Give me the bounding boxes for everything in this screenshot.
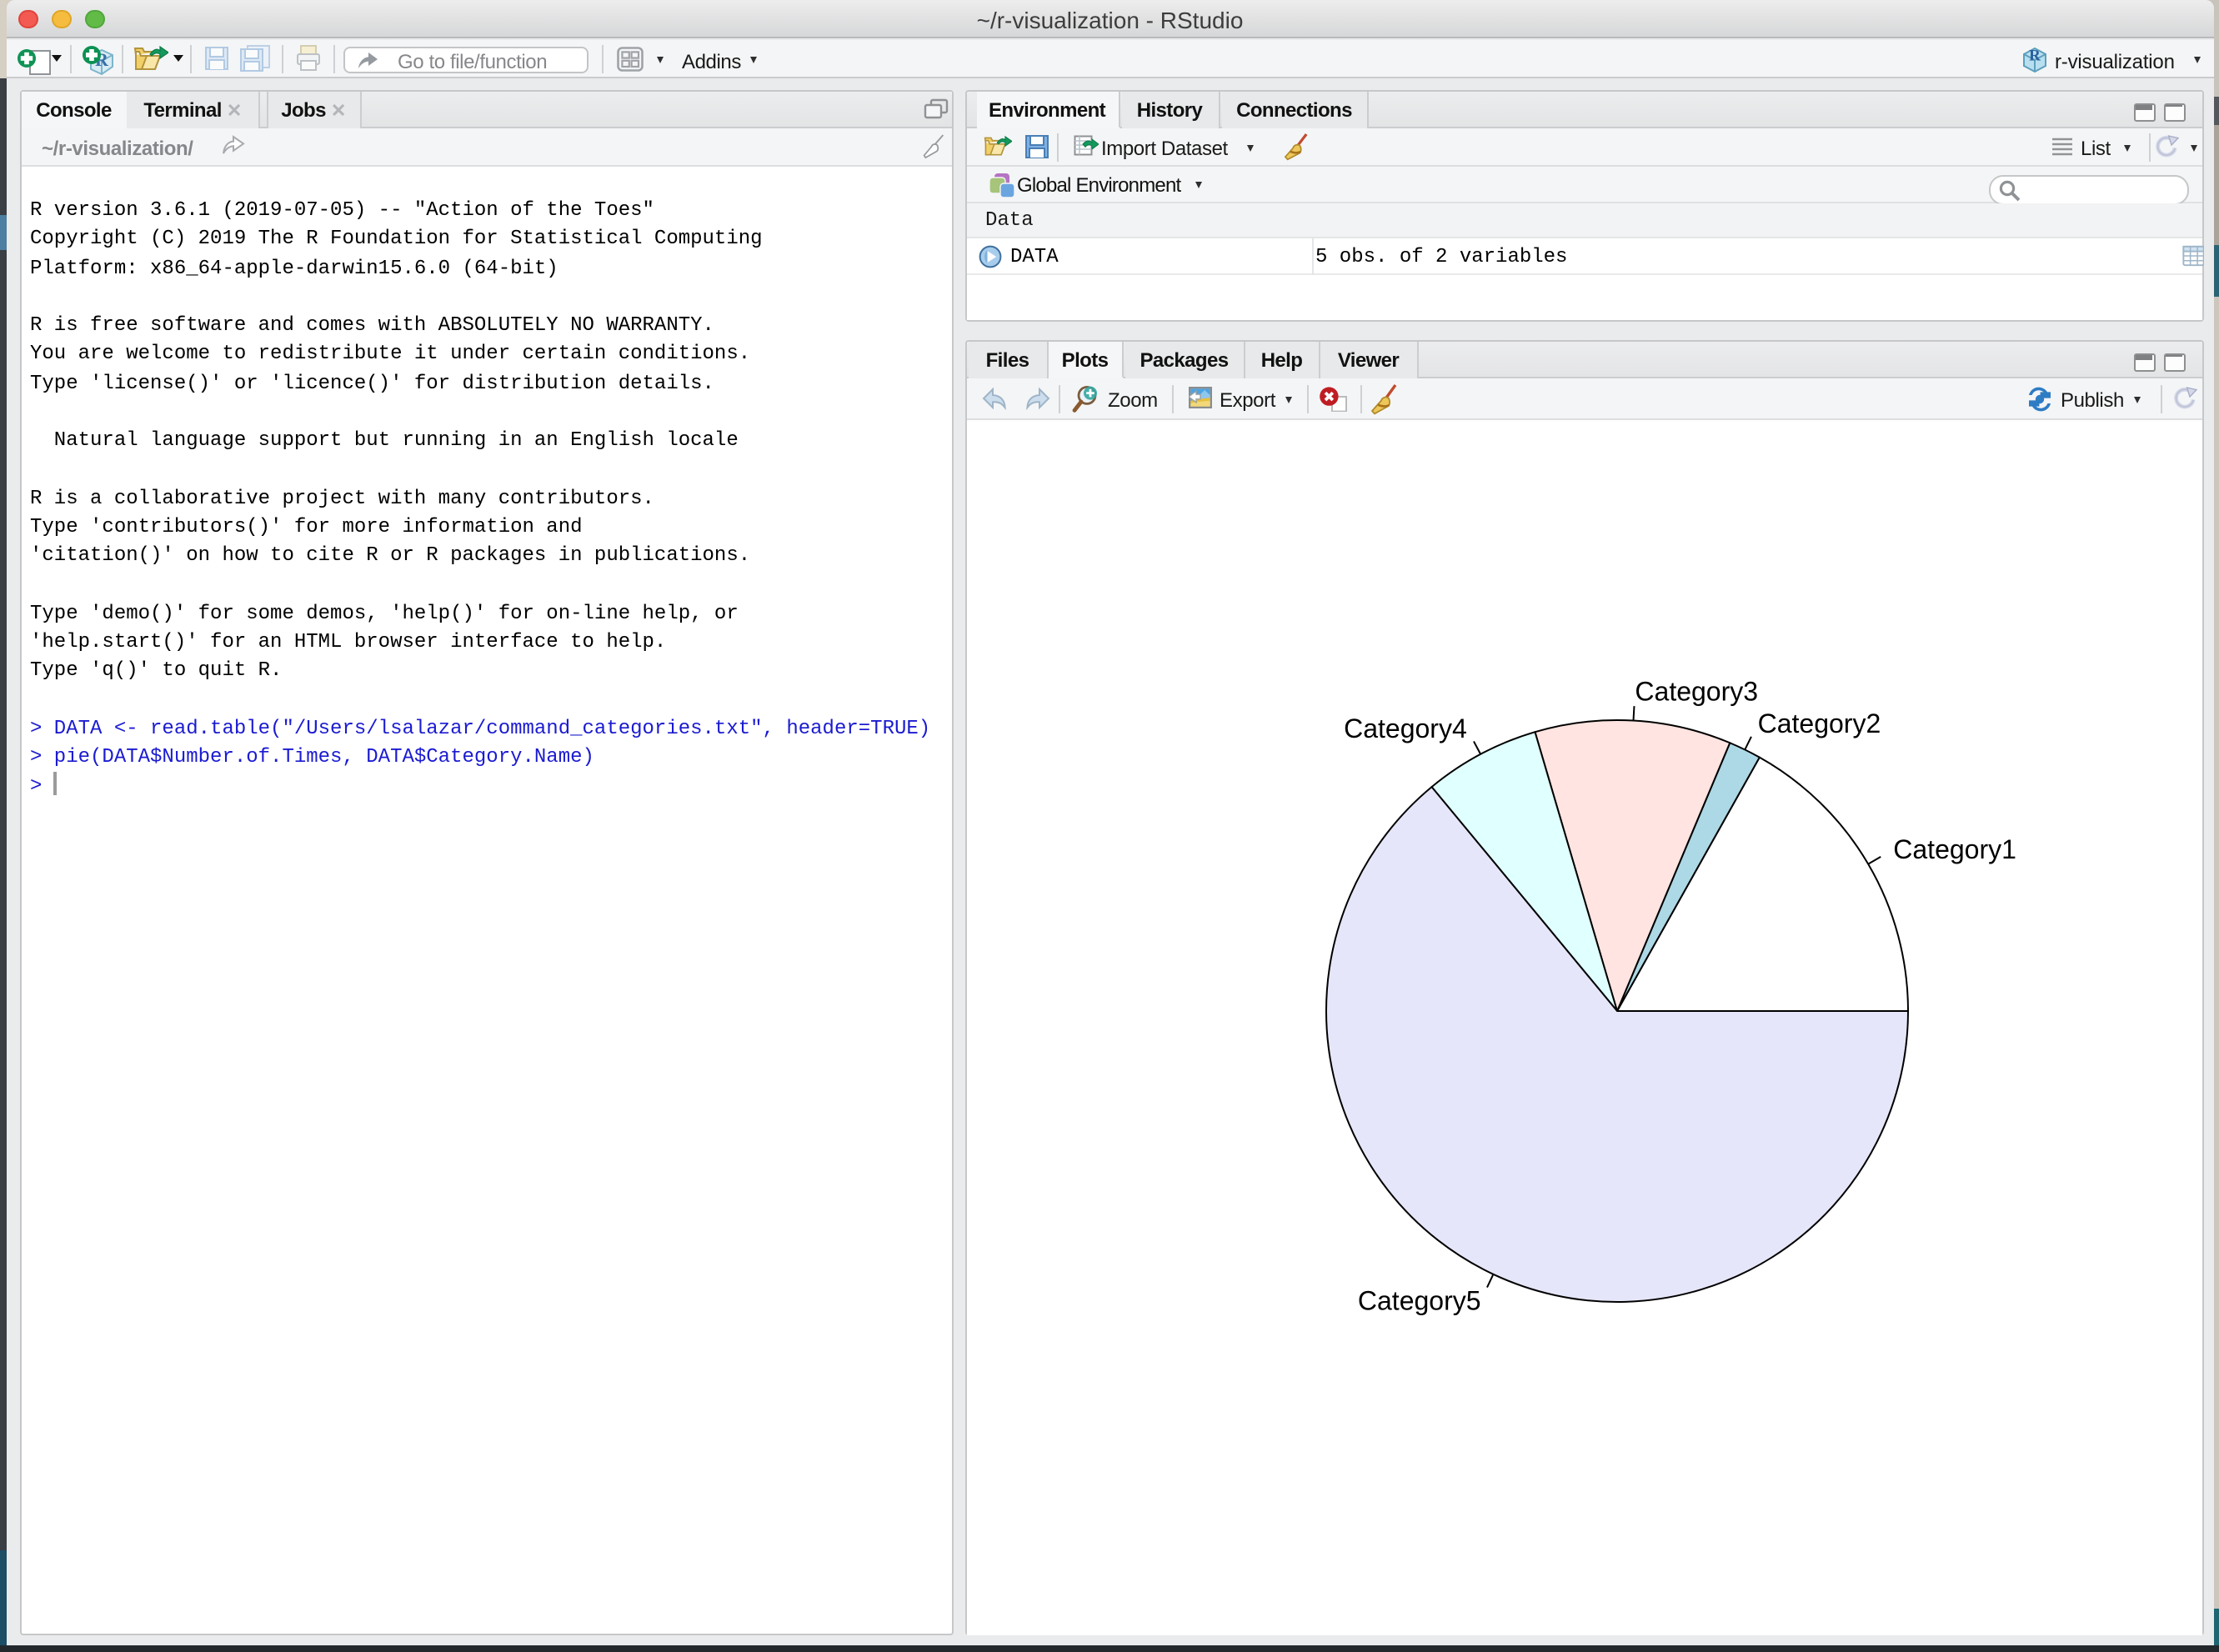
svg-text:R: R [2028,47,2040,64]
svg-text:Category3: Category3 [1635,677,1758,707]
svg-text:Category4: Category4 [1344,713,1467,743]
svg-text:Category1: Category1 [1893,834,2016,864]
svg-text:Category5: Category5 [1358,1285,1481,1315]
svg-text:Category2: Category2 [1758,708,1881,738]
